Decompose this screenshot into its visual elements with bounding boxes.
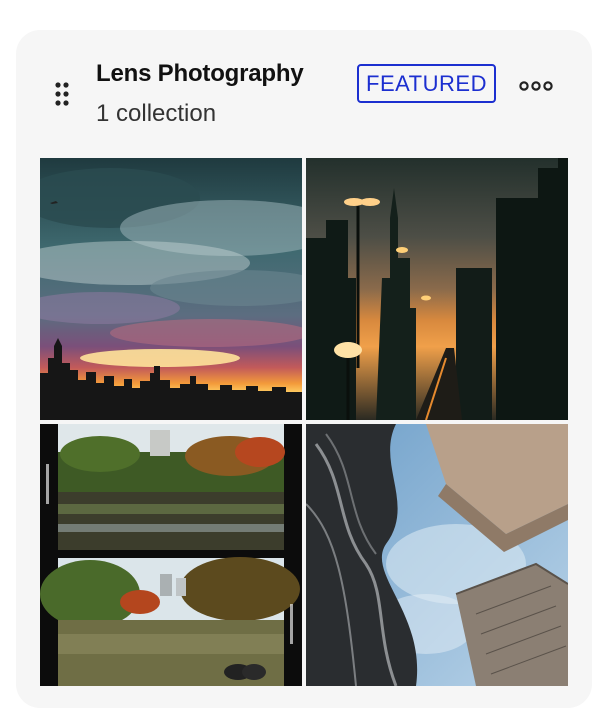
collection-count: 1 collection <box>96 100 217 127</box>
more-options-icon[interactable] <box>516 72 556 100</box>
collection-card[interactable]: Lens Photography 1 collection FEATURED <box>16 30 592 708</box>
drag-handle-icon[interactable] <box>55 82 69 106</box>
photo-stormy-sunset-skyline[interactable] <box>40 158 302 420</box>
photo-looking-up-buildings[interactable] <box>306 424 568 686</box>
photo-dusk-street-towers[interactable] <box>306 158 568 420</box>
photo-park-lake-film-frames[interactable] <box>40 424 302 686</box>
photo-grid <box>40 158 568 686</box>
featured-badge: FEATURED <box>357 64 496 103</box>
collection-title[interactable]: Lens Photography <box>96 60 304 88</box>
